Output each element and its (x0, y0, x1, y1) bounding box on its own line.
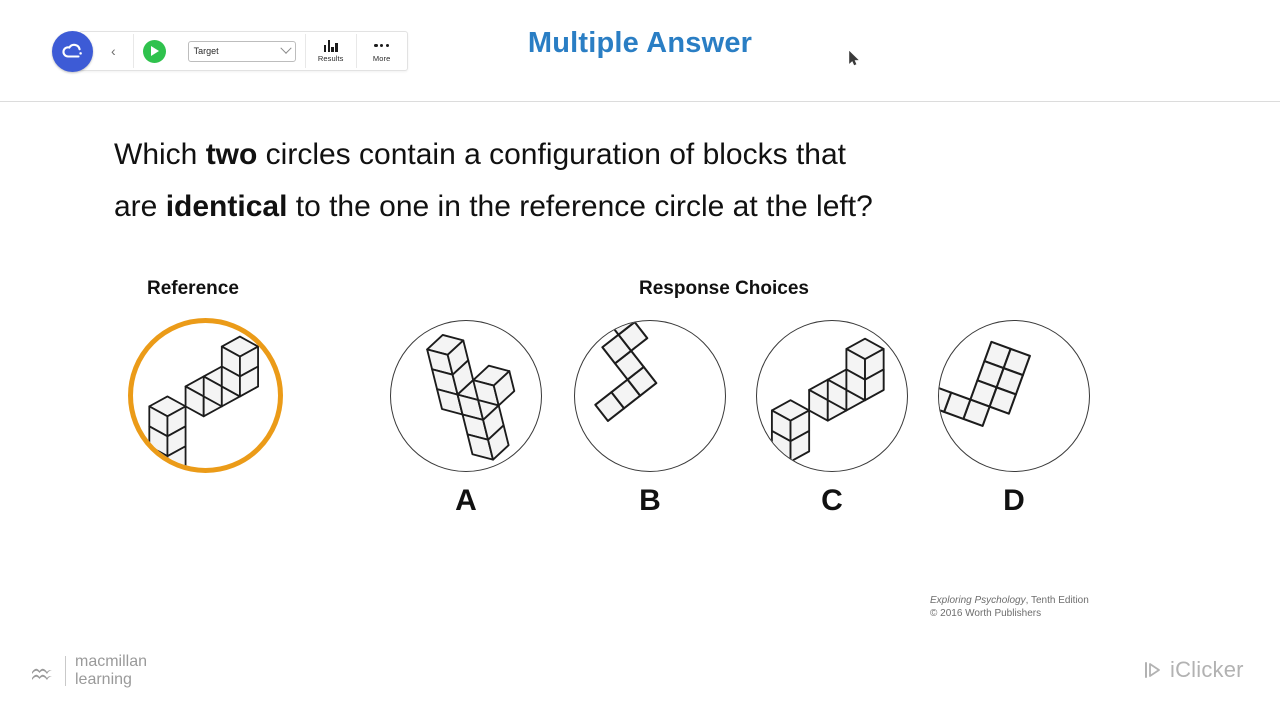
question-l1-bold: two (205, 138, 258, 171)
choice-b-letter: B (639, 484, 661, 517)
stimulus-area: Reference Response Choices A B C D (0, 262, 1280, 552)
question-line-1: Which two circles contain a configuratio… (114, 129, 1114, 181)
question-line-2: are identical to the one in the referenc… (114, 181, 1114, 233)
question-l2-post: to the one in the reference circle at th… (287, 190, 873, 223)
choice-circle-c[interactable]: C (756, 320, 908, 517)
attribution-copyright: © 2016 Worth Publishers (930, 608, 1042, 619)
choice-b-ring (574, 320, 726, 472)
attribution-edition: , Tenth Edition (1025, 595, 1089, 606)
choice-b-block-figure (594, 321, 658, 422)
question-l2-bold: identical (165, 190, 288, 223)
app-header: ‹ Target Results More Multiple Answer (0, 0, 1280, 102)
logo-divider (65, 656, 66, 686)
macmillan-mark-icon (32, 668, 52, 680)
attribution: Exploring Psychology, Tenth Edition © 20… (930, 594, 1089, 620)
choice-a-letter: A (455, 484, 477, 517)
choice-d-letter: D (1003, 484, 1025, 517)
question-l1-post: circles contain a configuration of block… (257, 138, 846, 171)
response-choices-label: Response Choices (639, 278, 809, 299)
reference-label: Reference (147, 278, 239, 299)
choice-a-ring (390, 320, 542, 472)
choice-circle-d[interactable]: D (938, 320, 1090, 517)
question-l2-pre: are (114, 190, 166, 223)
cloud-icon[interactable] (52, 30, 93, 72)
page-title: Multiple Answer (527, 27, 753, 59)
macmillan-logo: macmillan learning (30, 653, 147, 689)
iclicker-logo: iClicker (1143, 657, 1244, 683)
reference-block-figure (148, 335, 259, 468)
iclicker-label: iClicker (1170, 657, 1244, 682)
macmillan-logo-text: macmillan learning (75, 653, 147, 689)
choice-d-ring (938, 320, 1090, 472)
cloud-glyph (61, 43, 82, 58)
choice-c-letter: C (821, 484, 843, 517)
choice-a-block-figure (426, 334, 516, 461)
reference-circle-ring (128, 318, 283, 473)
play-triangle-icon (1145, 662, 1160, 678)
attribution-source: Exploring Psychology, Tenth Edition (930, 594, 1089, 607)
choice-d-block-figure (939, 340, 1031, 427)
choice-circle-a[interactable]: A (390, 320, 542, 517)
question-text: Which two circles contain a configuratio… (114, 129, 1114, 233)
macmillan-line-2: learning (75, 671, 132, 688)
question-l1-pre: Which (114, 138, 206, 171)
choice-circle-b[interactable]: B (574, 320, 726, 517)
macmillan-line-1: macmillan (75, 653, 148, 670)
choice-c-ring (756, 320, 908, 472)
mouse-cursor (849, 51, 859, 66)
reference-circle (128, 318, 283, 473)
choice-c-block-figure (770, 337, 885, 463)
attribution-book-title: Exploring Psychology (930, 595, 1026, 606)
